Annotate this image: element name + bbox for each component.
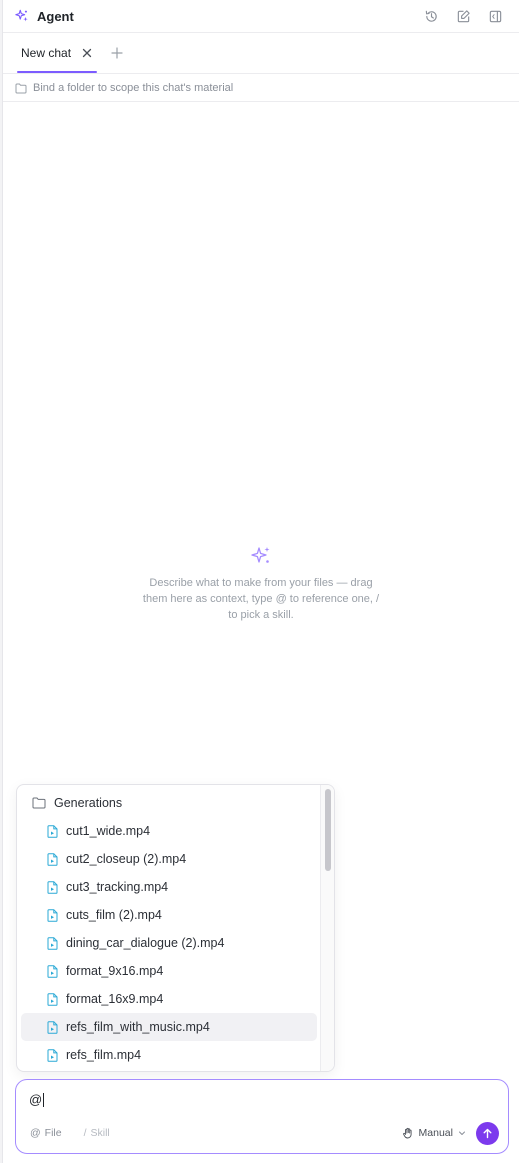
chat-tabs: New chat xyxy=(3,33,519,74)
new-note-icon xyxy=(457,9,470,22)
file-item[interactable]: cut2_closeup (2).mp4 xyxy=(21,845,317,873)
tab-label: New chat xyxy=(21,45,72,60)
mode-selector[interactable]: Manual xyxy=(402,1127,466,1139)
video-file-icon xyxy=(47,852,58,866)
send-button[interactable] xyxy=(476,1121,499,1145)
panel-header: Agent xyxy=(3,0,519,33)
history-icon xyxy=(425,10,437,22)
brand: Agent xyxy=(3,9,74,24)
popup-scrollbar[interactable] xyxy=(320,785,334,1071)
video-file-icon xyxy=(47,936,58,950)
video-file-icon xyxy=(47,992,58,1006)
file-item-highlighted[interactable]: refs_film_with_music.mp4 xyxy=(21,1013,317,1041)
panel-title: Agent xyxy=(37,8,74,24)
file-label: cuts_film (2).mp4 xyxy=(66,908,162,922)
file-item[interactable]: cuts_film (2).mp4 xyxy=(21,901,317,929)
file-chip-label: File xyxy=(44,1127,62,1139)
folder-label: Generations xyxy=(54,796,123,810)
text-caret xyxy=(43,1092,45,1107)
file-label: format_16x9.mp4 xyxy=(66,992,164,1006)
mode-label: Manual xyxy=(418,1127,453,1139)
video-file-icon xyxy=(47,908,58,922)
message-composer[interactable]: @ @ File / Skill Manual xyxy=(15,1079,509,1154)
skill-chip-label: Skill xyxy=(90,1127,110,1139)
message-input-value: @ xyxy=(29,1092,43,1107)
sparkle-icon xyxy=(15,9,28,22)
folder-icon xyxy=(32,797,46,809)
header-actions xyxy=(423,8,519,24)
video-file-icon xyxy=(47,964,58,978)
file-list: cut1_wide.mp4 cut2_closeup (2).mp4 cut3_… xyxy=(21,817,317,1069)
plus-icon xyxy=(111,46,123,59)
close-icon xyxy=(82,48,92,57)
video-file-icon xyxy=(47,824,58,838)
file-label: format_9x16.mp4 xyxy=(66,964,164,978)
active-tab-indicator xyxy=(17,71,98,73)
scrollbar-thumb[interactable] xyxy=(325,789,331,871)
chevron-down-icon xyxy=(459,1131,465,1135)
history-button[interactable] xyxy=(423,8,439,24)
video-file-icon xyxy=(47,1048,58,1062)
arrow-up-icon xyxy=(483,1128,492,1138)
file-item[interactable]: cut3_tracking.mp4 xyxy=(21,873,317,901)
file-mention-button[interactable]: @ File xyxy=(30,1127,62,1139)
folder-icon xyxy=(15,83,27,93)
file-item[interactable]: dining_car_dialogue (2).mp4 xyxy=(21,929,317,957)
tab-new-chat[interactable]: New chat xyxy=(17,32,98,73)
sparkle-icon xyxy=(251,547,270,563)
at-icon: @ xyxy=(30,1127,41,1139)
tab-close-button[interactable] xyxy=(81,47,93,59)
file-item[interactable]: cut1_wide.mp4 xyxy=(21,817,317,845)
file-item[interactable]: format_9x16.mp4 xyxy=(21,957,317,985)
file-item[interactable]: refs_film.mp4 xyxy=(21,1041,317,1069)
video-file-icon xyxy=(47,1020,58,1034)
file-label: refs_film.mp4 xyxy=(66,1048,142,1062)
file-item[interactable]: format_16x9.mp4 xyxy=(21,985,317,1013)
bind-folder-button[interactable]: Bind a folder to scope this chat's mater… xyxy=(3,75,519,102)
new-chat-button[interactable] xyxy=(455,8,471,24)
empty-state-text: Describe what to make from your files — … xyxy=(142,577,380,621)
hand-icon xyxy=(402,1127,412,1139)
panel-toggle-icon xyxy=(489,10,501,22)
slash-icon: / xyxy=(83,1127,87,1139)
toggle-panel-button[interactable] xyxy=(487,8,503,24)
empty-state: Describe what to make from your files — … xyxy=(3,545,519,623)
file-label: cut3_tracking.mp4 xyxy=(66,880,169,894)
add-tab-button[interactable] xyxy=(111,32,123,73)
file-label: cut1_wide.mp4 xyxy=(66,824,151,838)
file-label: refs_film_with_music.mp4 xyxy=(66,1020,210,1034)
video-file-icon xyxy=(47,880,58,894)
message-input[interactable]: @ xyxy=(29,1092,45,1107)
file-picker-popup: Generations cut1_wide.mp4 cut2_closeup (… xyxy=(16,784,335,1072)
composer-toolbar: @ File / Skill Manual xyxy=(30,1121,499,1145)
file-label: cut2_closeup (2).mp4 xyxy=(66,852,187,866)
bind-folder-label: Bind a folder to scope this chat's mater… xyxy=(33,82,234,94)
folder-item-generations[interactable]: Generations xyxy=(17,789,317,817)
skill-button[interactable]: / Skill xyxy=(84,1127,110,1139)
file-label: dining_car_dialogue (2).mp4 xyxy=(66,936,225,950)
